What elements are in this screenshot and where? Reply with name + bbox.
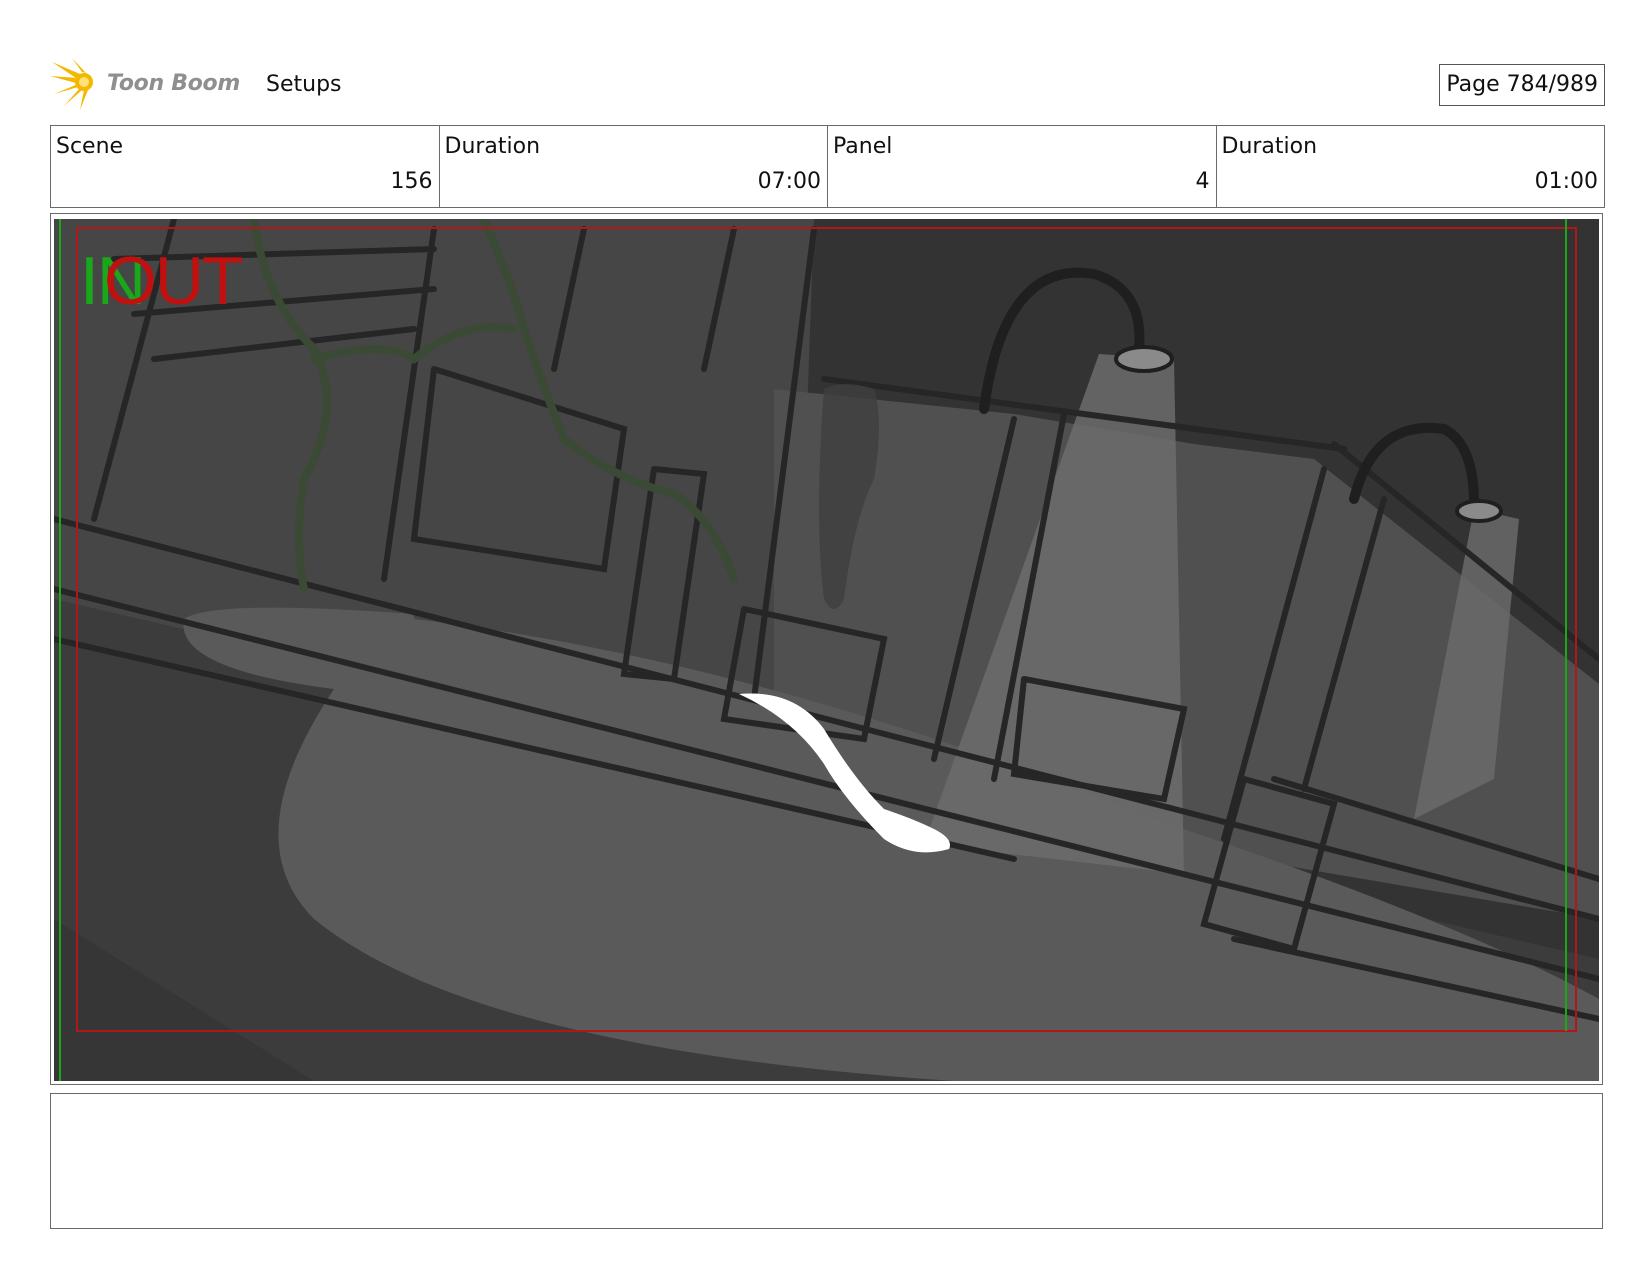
scene-duration-label: Duration <box>444 134 541 159</box>
panel-duration-label: Duration <box>1221 134 1318 159</box>
street-night-sketch <box>54 219 1599 1081</box>
panel-duration-cell: Duration 01:00 <box>1217 126 1605 207</box>
panel-value: 4 <box>1195 169 1210 194</box>
storyboard-panel-image: IN OUT <box>54 219 1599 1081</box>
scene-cell: Scene 156 <box>51 126 440 207</box>
logo-wordmark: Toon Boom <box>107 71 240 96</box>
panel-duration-value: 01:00 <box>1534 169 1598 194</box>
panel-notes-box <box>50 1093 1603 1229</box>
panel-label: Panel <box>833 134 893 159</box>
page-header: Toon Boom Setups Page 784/989 <box>50 56 1605 112</box>
toon-boom-logo: Toon Boom <box>50 56 250 112</box>
out-marker: OUT <box>104 243 244 319</box>
toon-boom-logo-icon <box>50 58 93 110</box>
storyboard-panel-frame: IN OUT <box>50 213 1603 1085</box>
panel-cell: Panel 4 <box>828 126 1217 207</box>
scene-label: Scene <box>56 134 124 159</box>
document-title: Setups <box>266 72 342 97</box>
scene-value: 156 <box>390 169 433 194</box>
scene-info-row: Scene 156 Duration 07:00 Panel 4 Duratio… <box>50 125 1605 208</box>
scene-duration-value: 07:00 <box>757 169 821 194</box>
page-indicator: Page 784/989 <box>1439 64 1605 106</box>
scene-duration-cell: Duration 07:00 <box>440 126 828 207</box>
